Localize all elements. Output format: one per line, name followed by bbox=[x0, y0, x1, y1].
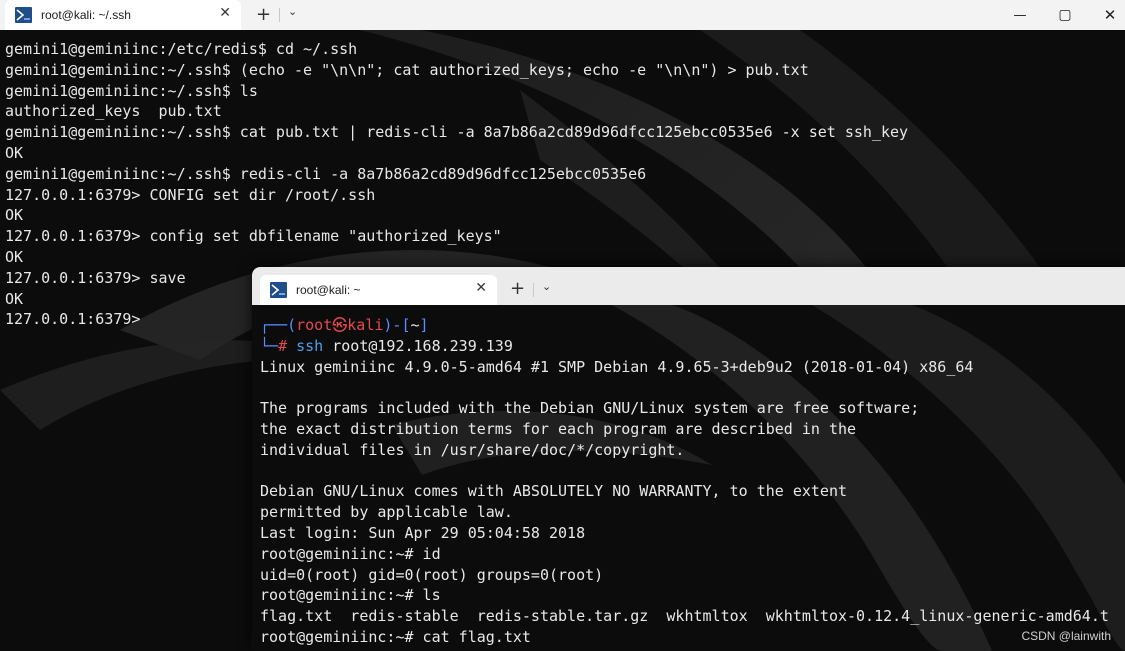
terminal-window-root: root@kali: ~ ✕ + ⌄ ┌──(root㉿kali)-[~] └─… bbox=[252, 267, 1125, 651]
terminal-line: OK bbox=[5, 143, 24, 162]
csdn-watermark: CSDN @lainwith bbox=[1021, 629, 1111, 643]
terminal-line: root@geminiinc:~# ls bbox=[260, 586, 441, 605]
terminal-line: The programs included with the Debian GN… bbox=[260, 399, 920, 418]
tab-dropdown-icon[interactable]: ⌄ bbox=[542, 280, 551, 293]
terminal-line: root@geminiinc:~# id bbox=[260, 544, 441, 563]
prompt-corner-bottom: └─ bbox=[260, 336, 279, 355]
terminal-line: uid=0(root) gid=0(root) groups=0(root) bbox=[260, 565, 604, 584]
terminal-line: 127.0.0.1:6379> config set dbfilename "a… bbox=[5, 227, 502, 246]
prompt-host: kali bbox=[347, 316, 384, 334]
tab-root-kali[interactable]: root@kali: ~ ✕ bbox=[260, 275, 497, 305]
tab-root-kali-ssh[interactable]: root@kali: ~/.ssh ✕ bbox=[5, 0, 241, 30]
titlebar: root@kali: ~/.ssh ✕ + ⌄ — ▢ ✕ bbox=[0, 0, 1125, 30]
close-window-button[interactable]: ✕ bbox=[1088, 0, 1125, 30]
terminal-line: authorized_keys pub.txt bbox=[5, 102, 222, 121]
prompt-path: ~ bbox=[410, 316, 420, 334]
new-tab-button[interactable]: + bbox=[510, 280, 525, 298]
terminal-line: 127.0.0.1:6379> CONFIG set dir /root/.ss… bbox=[5, 185, 376, 204]
terminal-line: gemini1@geminiinc:~/.ssh$ redis-cli -a 8… bbox=[5, 164, 647, 183]
tab-close-icon[interactable]: ✕ bbox=[219, 5, 231, 21]
terminal-body[interactable]: ┌──(root㉿kali)-[~] └─# ssh root@192.168.… bbox=[252, 305, 1125, 651]
kali-prompt-line-bottom: └─# ssh root@192.168.239.139 bbox=[260, 336, 1109, 357]
prompt-user: root bbox=[296, 316, 333, 334]
prompt-separator: )-[ bbox=[383, 316, 411, 334]
maximize-button[interactable]: ▢ bbox=[1043, 0, 1087, 30]
divider bbox=[279, 8, 280, 22]
titlebar: root@kali: ~ ✕ + ⌄ bbox=[252, 267, 1125, 305]
terminal-line: Linux geminiinc 4.9.0-5-amd64 #1 SMP Deb… bbox=[260, 357, 974, 376]
terminal-line: gemini1@geminiinc:~/.ssh$ ls bbox=[5, 81, 258, 100]
terminal-line: OK bbox=[5, 247, 24, 266]
tab-close-icon[interactable]: ✕ bbox=[475, 280, 487, 296]
tab-dropdown-icon[interactable]: ⌄ bbox=[288, 5, 297, 18]
terminal-line: flag.txt redis-stable redis-stable.tar.g… bbox=[260, 607, 1109, 626]
minimize-button[interactable]: — bbox=[998, 0, 1042, 30]
terminal-line: OK bbox=[5, 206, 24, 225]
prompt-at-symbol: ㉿ bbox=[332, 316, 348, 334]
prompt-hash: # bbox=[278, 336, 297, 355]
prompt-corner: ┌──( bbox=[260, 316, 297, 334]
divider bbox=[533, 283, 534, 297]
terminal-line: gemini1@geminiinc:~/.ssh$ (echo -e "\n\n… bbox=[5, 60, 809, 79]
tab-title: root@kali: ~ bbox=[296, 283, 361, 297]
command-args: root@192.168.239.139 bbox=[323, 336, 513, 355]
kali-terminal-icon bbox=[270, 282, 287, 298]
terminal-output: ┌──(root㉿kali)-[~] └─# ssh root@192.168.… bbox=[260, 315, 1109, 648]
terminal-line: gemini1@geminiinc:~/.ssh$ cat pub.txt | … bbox=[5, 123, 909, 142]
new-tab-button[interactable]: + bbox=[256, 6, 271, 24]
tab-title: root@kali: ~/.ssh bbox=[41, 8, 131, 22]
terminal-line: individual files in /usr/share/doc/*/cop… bbox=[260, 440, 685, 459]
terminal-line: permitted by applicable law. bbox=[260, 503, 513, 522]
terminal-line: Last login: Sun Apr 29 05:04:58 2018 bbox=[260, 523, 586, 542]
command-name: ssh bbox=[296, 336, 324, 355]
terminal-line: gemini1@geminiinc:/etc/redis$ cd ~/.ssh bbox=[5, 40, 358, 58]
kali-prompt-line-top: ┌──(root㉿kali)-[~] bbox=[260, 315, 1109, 336]
prompt-bracket-end: ] bbox=[419, 316, 429, 334]
kali-terminal-icon bbox=[15, 7, 32, 23]
terminal-line: the exact distribution terms for each pr… bbox=[260, 419, 857, 438]
terminal-line: root@geminiinc:~# cat flag.txt bbox=[260, 627, 531, 646]
terminal-line: Debian GNU/Linux comes with ABSOLUTELY N… bbox=[260, 482, 847, 501]
